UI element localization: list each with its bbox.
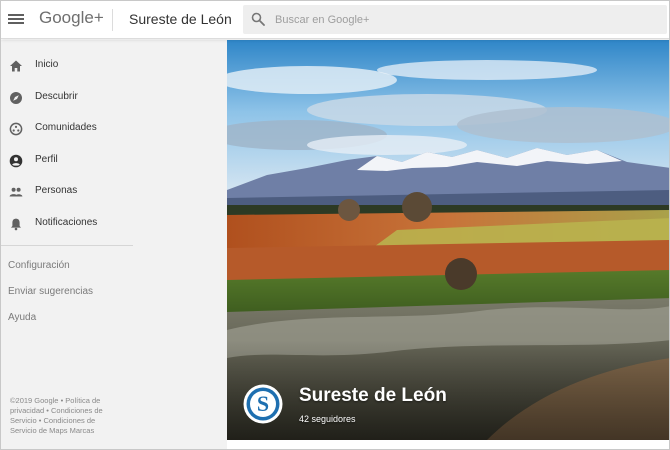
send-feedback-link[interactable]: Enviar sugerencias <box>8 286 93 297</box>
sidebar-footer: ©2019 Google • Política de privacidad • … <box>10 396 103 435</box>
sidebar-item-label: Descubrir <box>35 91 78 102</box>
search-icon[interactable] <box>251 12 265 26</box>
cover-title: Sureste de León <box>299 385 447 406</box>
sidebar-item-label: Personas <box>35 185 78 196</box>
landscape-image <box>227 40 669 440</box>
copyright-text: ©2019 Google <box>10 396 59 405</box>
profile-icon <box>9 154 23 168</box>
sidebar-item-perfil[interactable]: Perfil <box>1 146 227 176</box>
communities-icon <box>9 122 23 136</box>
page-title: Sureste de León <box>129 11 232 27</box>
sidebar: Inicio Descubrir Comunidades Perfil Pers… <box>1 40 227 449</box>
hamburger-menu-icon[interactable] <box>8 12 24 28</box>
sidebar-item-comunidades[interactable]: Comunidades <box>1 114 227 144</box>
sidebar-item-label: Perfil <box>35 154 58 165</box>
badge-letter: S <box>256 391 270 416</box>
bell-icon <box>11 218 21 231</box>
sidebar-item-notificaciones[interactable]: Notificaciones <box>1 209 227 239</box>
followers-count[interactable]: 42 seguidores <box>299 414 356 424</box>
help-link[interactable]: Ayuda <box>8 312 36 323</box>
trademarks-link[interactable]: Marcas <box>70 426 95 435</box>
search-input[interactable] <box>275 5 655 34</box>
cover-photo: S Sureste de León 42 seguidores <box>227 40 669 440</box>
home-icon <box>10 60 22 72</box>
sidebar-item-descubrir[interactable]: Descubrir <box>1 83 227 113</box>
sidebar-item-label: Notificaciones <box>35 217 98 228</box>
compass-icon <box>10 92 22 104</box>
sidebar-item-label: Comunidades <box>35 122 97 133</box>
header-divider <box>112 9 113 31</box>
brand-logo[interactable]: Google+ <box>39 8 104 28</box>
sidebar-item-inicio[interactable]: Inicio <box>1 51 227 81</box>
sidebar-item-personas[interactable]: Personas <box>1 177 227 207</box>
sidebar-item-label: Inicio <box>35 59 59 70</box>
sidebar-divider <box>1 245 133 246</box>
top-bar: Google+ Sureste de León <box>1 1 669 39</box>
people-icon <box>9 187 23 197</box>
app-window: Google+ Sureste de León Inicio Descubrir <box>0 0 670 450</box>
search-box[interactable] <box>243 5 667 34</box>
settings-link[interactable]: Configuración <box>8 260 70 271</box>
